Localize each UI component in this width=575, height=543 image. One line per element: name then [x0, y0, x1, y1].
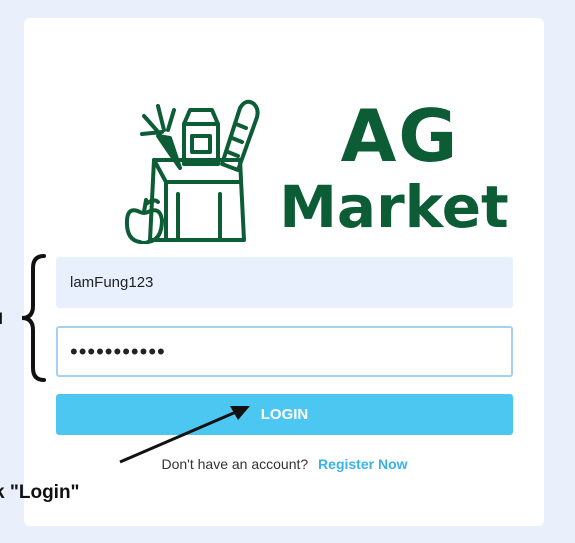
no-account-text: Don't have an account?: [161, 456, 309, 472]
brand-line-market: Market: [279, 173, 509, 241]
brand-logo-text: AG Market: [274, 100, 514, 236]
register-prompt: Don't have an account? Register Now: [56, 456, 513, 472]
login-button[interactable]: LOGIN: [56, 394, 513, 435]
brand-line-ag: AG: [340, 94, 460, 178]
grocery-bag-icon: [124, 99, 260, 244]
annotation-bottom-text: k "Login": [0, 482, 80, 503]
password-input[interactable]: [56, 326, 513, 377]
annotation-left-text: il: [0, 311, 3, 328]
username-input[interactable]: [56, 257, 513, 308]
register-now-link[interactable]: Register Now: [318, 456, 407, 472]
